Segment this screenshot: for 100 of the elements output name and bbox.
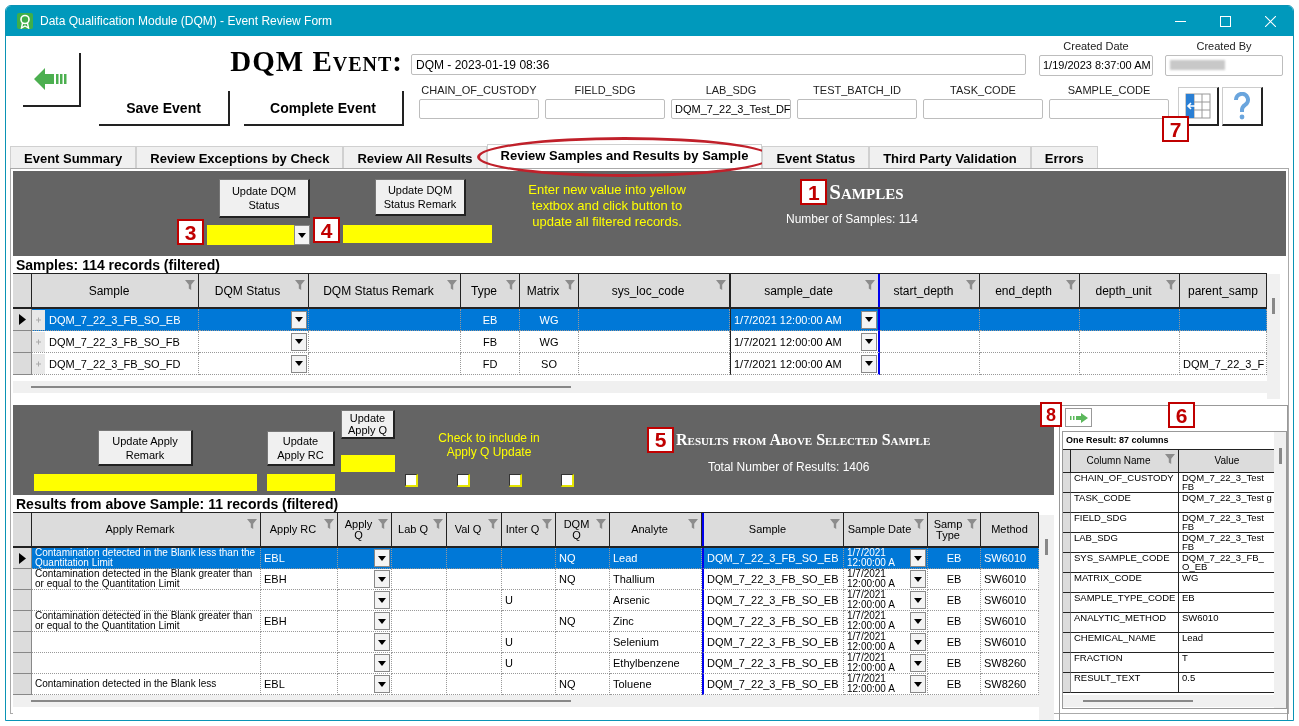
dropdown-button[interactable] bbox=[910, 654, 926, 672]
filter-field[interactable] bbox=[797, 99, 917, 119]
checkbox[interactable] bbox=[456, 474, 470, 487]
column-header[interactable]: end_depth bbox=[980, 274, 1080, 307]
column-header[interactable]: start_depth bbox=[880, 274, 980, 307]
tab[interactable]: Event Summary bbox=[10, 146, 137, 168]
checkbox[interactable] bbox=[404, 474, 418, 487]
tab[interactable]: Review All Results bbox=[343, 146, 487, 168]
column-header[interactable]: depth_unit bbox=[1080, 274, 1180, 307]
column-header[interactable]: Type bbox=[461, 274, 520, 307]
created-by-field[interactable] bbox=[1165, 55, 1283, 76]
dropdown-button[interactable] bbox=[374, 675, 390, 693]
update-button[interactable]: Update DQM Status bbox=[219, 179, 310, 218]
remark-field[interactable] bbox=[34, 474, 257, 491]
column-header[interactable]: Value bbox=[1179, 450, 1275, 472]
row-selector[interactable] bbox=[1063, 533, 1071, 553]
column-header[interactable]: Apply Q bbox=[338, 513, 392, 546]
dropdown-button[interactable] bbox=[374, 549, 390, 567]
help-button[interactable] bbox=[1222, 87, 1263, 126]
row-selector[interactable] bbox=[1063, 613, 1071, 633]
dropdown-button[interactable] bbox=[291, 310, 307, 329]
dropdown-button[interactable] bbox=[910, 591, 926, 609]
dropdown-button[interactable] bbox=[374, 591, 390, 609]
column-header[interactable]: Apply RC bbox=[261, 513, 338, 546]
dropdown-button[interactable] bbox=[910, 549, 926, 567]
column-header[interactable]: Samp Type bbox=[928, 513, 981, 546]
column-header[interactable]: DQM Status bbox=[199, 274, 309, 307]
dropdown-button[interactable] bbox=[861, 332, 877, 351]
table-cell: Contamination detected in the Blank greater than or equal to the Quantitation Limit bbox=[32, 611, 261, 632]
column-header[interactable]: sys_loc_code bbox=[579, 274, 730, 307]
dropdown-button[interactable] bbox=[910, 633, 926, 651]
row-selector[interactable] bbox=[1063, 513, 1071, 533]
tab[interactable]: Errors bbox=[1030, 146, 1098, 168]
column-header[interactable]: Val Q bbox=[447, 513, 502, 546]
column-header[interactable]: DQM Q bbox=[556, 513, 610, 546]
dropdown-button[interactable] bbox=[374, 570, 390, 588]
filter-field[interactable]: DQM_7_22_3_Test_DF bbox=[671, 99, 791, 119]
row-selector[interactable] bbox=[13, 548, 32, 569]
created-date-field[interactable]: 1/19/2023 8:37:00 AM bbox=[1039, 55, 1153, 76]
dropdown-button[interactable] bbox=[861, 310, 877, 329]
tab[interactable]: Event Status bbox=[762, 146, 870, 168]
row-selector[interactable] bbox=[1063, 653, 1071, 673]
column-header[interactable]: DQM Status Remark bbox=[309, 274, 461, 307]
dropdown-button[interactable] bbox=[294, 225, 310, 245]
column-header[interactable]: Inter Q bbox=[502, 513, 556, 546]
row-selector[interactable] bbox=[1063, 493, 1071, 513]
column-header[interactable]: Column Name bbox=[1071, 450, 1179, 472]
column-header[interactable]: parent_samp bbox=[1180, 274, 1267, 307]
tab[interactable]: Review Samples and Results by Sample bbox=[486, 144, 763, 168]
dropdown-button[interactable] bbox=[291, 354, 307, 373]
vertical-scrollbar[interactable] bbox=[1267, 274, 1280, 399]
filter-field[interactable] bbox=[923, 99, 1043, 119]
tab[interactable]: Third Party Validation bbox=[869, 146, 1031, 168]
filter-field[interactable] bbox=[545, 99, 665, 119]
remark-field[interactable] bbox=[343, 225, 492, 243]
column-header[interactable]: Method bbox=[981, 513, 1039, 546]
column-header[interactable]: Sample Date bbox=[844, 513, 928, 546]
dropdown-button[interactable] bbox=[374, 654, 390, 672]
dropdown-button[interactable] bbox=[910, 675, 926, 693]
q-field[interactable] bbox=[341, 455, 395, 472]
dropdown-button[interactable] bbox=[861, 354, 877, 373]
update-button[interactable]: Update DQM Status Remark bbox=[375, 179, 466, 216]
arrow-button[interactable] bbox=[1065, 408, 1092, 427]
dropdown-button[interactable] bbox=[291, 332, 307, 351]
horizontal-scrollbar[interactable] bbox=[13, 695, 1039, 707]
row-selector[interactable] bbox=[1063, 553, 1071, 573]
row-selector[interactable] bbox=[1063, 673, 1071, 693]
checkbox[interactable] bbox=[560, 474, 574, 487]
row-selector[interactable] bbox=[1063, 633, 1071, 653]
update-button[interactable]: Update Apply Q bbox=[341, 410, 395, 439]
vertical-scrollbar[interactable] bbox=[1039, 515, 1054, 720]
column-header[interactable]: Sample bbox=[702, 513, 844, 546]
row-selector[interactable] bbox=[1063, 573, 1071, 593]
dropdown-button[interactable] bbox=[910, 570, 926, 588]
horizontal-scrollbar[interactable] bbox=[1063, 695, 1275, 707]
update-button[interactable]: Update Apply Remark bbox=[98, 430, 193, 466]
filter-field[interactable] bbox=[1049, 99, 1169, 119]
horizontal-scrollbar[interactable] bbox=[13, 381, 1267, 393]
column-header[interactable]: sample_date bbox=[730, 274, 880, 307]
filter-field[interactable] bbox=[419, 99, 539, 119]
column-header[interactable]: Lab Q bbox=[392, 513, 447, 546]
column-header[interactable]: Matrix bbox=[520, 274, 579, 307]
action-button[interactable]: Complete Event bbox=[244, 91, 404, 126]
column-header[interactable]: Sample bbox=[32, 274, 199, 307]
rc-field[interactable] bbox=[267, 474, 335, 491]
column-header[interactable]: Apply Remark bbox=[32, 513, 261, 546]
row-selector[interactable] bbox=[1063, 593, 1071, 613]
dropdown-button[interactable] bbox=[374, 633, 390, 651]
close-icon bbox=[1265, 15, 1276, 27]
event-name-field[interactable]: DQM - 2023-01-19 08:36 bbox=[411, 54, 1026, 75]
row-selector[interactable] bbox=[13, 309, 32, 331]
update-button[interactable]: Update Apply RC bbox=[267, 431, 335, 466]
row-selector[interactable] bbox=[1063, 473, 1071, 493]
tab[interactable]: Review Exceptions by Check bbox=[136, 146, 344, 168]
column-header[interactable]: Analyte bbox=[610, 513, 702, 546]
checkbox[interactable] bbox=[508, 474, 522, 487]
vertical-scrollbar[interactable] bbox=[1274, 432, 1286, 708]
dropdown-button[interactable] bbox=[910, 612, 926, 630]
action-button[interactable]: Save Event bbox=[99, 91, 230, 126]
dropdown-button[interactable] bbox=[374, 612, 390, 630]
